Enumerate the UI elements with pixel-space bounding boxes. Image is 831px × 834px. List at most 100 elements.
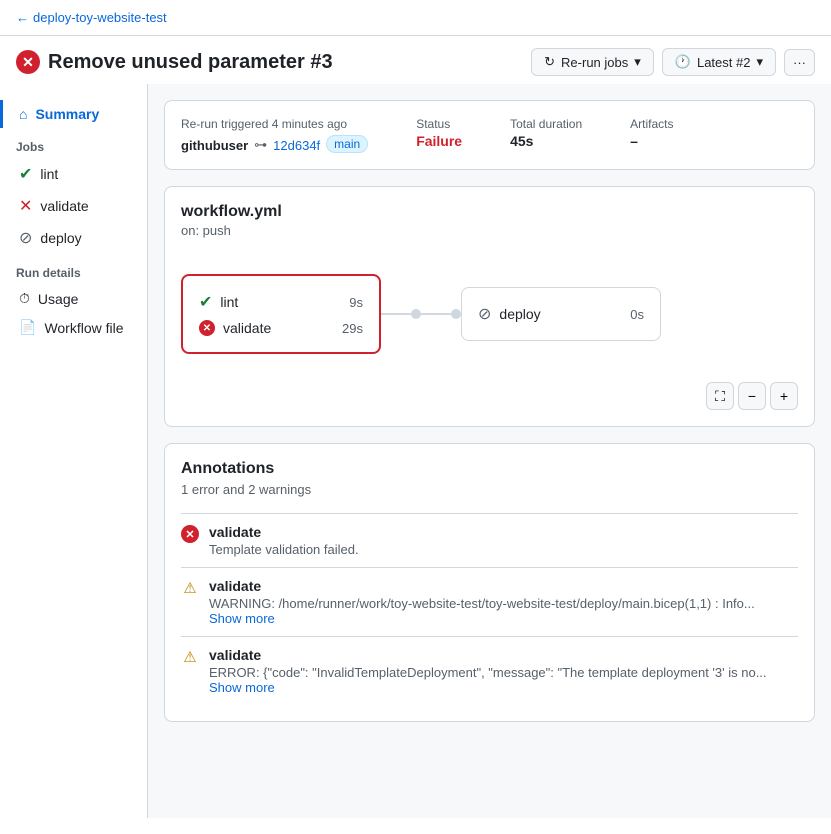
annotation-content-warning-1: validate WARNING: /home/runner/work/toy-… xyxy=(209,578,798,626)
workflow-file-icon: 📄 xyxy=(19,319,36,336)
header-actions: ↻ Re-run jobs ▾ 🕐 Latest #2 ▾ ··· xyxy=(531,48,815,76)
annotation-job-error: validate xyxy=(209,524,798,540)
validate-job-name: validate xyxy=(223,320,271,336)
connector-dot-1 xyxy=(411,309,421,319)
zoom-out-button[interactable]: − xyxy=(738,382,766,410)
deploy-job-name: deploy xyxy=(499,306,540,322)
back-link[interactable]: ← deploy-toy-website-test xyxy=(16,10,167,25)
show-more-1[interactable]: Show more xyxy=(209,611,798,626)
artifacts-label: Artifacts xyxy=(630,117,673,131)
error-icon-circle: ✕ xyxy=(181,525,199,543)
workflow-filename: workflow.yml xyxy=(181,203,798,221)
page-title: ✕ Remove unused parameter #3 xyxy=(16,50,333,74)
summary-label: Summary xyxy=(35,106,99,122)
rerun-icon: ↻ xyxy=(544,54,555,70)
jobs-section-label: Jobs xyxy=(0,128,147,158)
connector-line-2 xyxy=(421,313,451,315)
validate-status-icon: ✕ xyxy=(19,196,32,216)
sidebar-item-deploy[interactable]: ⊘ deploy xyxy=(0,222,147,254)
usage-icon: ⏱ xyxy=(19,290,30,307)
annotation-job-warning-1: validate xyxy=(209,578,798,594)
annotation-msg-warning-2: ERROR: {"code": "InvalidTemplateDeployme… xyxy=(209,665,798,680)
sidebar-item-workflow-file[interactable]: 📄 Workflow file xyxy=(0,313,147,342)
title-text: Remove unused parameter #3 xyxy=(48,51,333,74)
validate-job-row: ✕ validate 29s xyxy=(199,316,363,340)
lint-success-icon: ✔ xyxy=(199,292,212,312)
annotations-subtitle: 1 error and 2 warnings xyxy=(181,482,798,497)
lint-job-row: ✔ lint 9s xyxy=(199,288,363,316)
lint-job-name: lint xyxy=(220,294,238,310)
show-more-2[interactable]: Show more xyxy=(209,680,798,695)
usage-label: Usage xyxy=(38,291,78,307)
triggered-label: Re-run triggered 4 minutes ago xyxy=(181,117,368,131)
validate-duration: 29s xyxy=(342,321,363,336)
deploy-job-box: ⊘ deploy 0s xyxy=(461,287,661,341)
main-layout: ⌂ Summary Jobs ✔ lint ✕ validate ⊘ deplo… xyxy=(0,84,831,818)
latest-button[interactable]: 🕐 Latest #2 ▾ xyxy=(662,48,776,76)
annotation-item-error: ✕ validate Template validation failed. xyxy=(181,513,798,567)
workflow-file-label: Workflow file xyxy=(44,320,123,336)
zoom-in-button[interactable]: + xyxy=(770,382,798,410)
artifacts-value: – xyxy=(630,133,673,149)
summary-user: githubuser xyxy=(181,138,248,153)
clock-icon: 🕐 xyxy=(675,54,691,70)
warning-icon-2: ⚠ xyxy=(181,648,199,666)
duration-label: Total duration xyxy=(510,117,582,131)
rerun-jobs-button[interactable]: ↻ Re-run jobs ▾ xyxy=(531,48,654,76)
home-icon: ⌂ xyxy=(19,106,27,122)
more-button[interactable]: ··· xyxy=(784,49,815,76)
commit-arrow-icon: ⊶ xyxy=(254,137,267,153)
sidebar-item-summary[interactable]: ⌂ Summary xyxy=(0,100,147,128)
connector-line-1 xyxy=(381,313,411,315)
annotation-item-warning-1: ⚠ validate WARNING: /home/runner/work/to… xyxy=(181,567,798,636)
back-link-text: deploy-toy-website-test xyxy=(33,10,167,25)
sidebar-item-validate[interactable]: ✕ validate xyxy=(0,190,147,222)
warning-icon-1: ⚠ xyxy=(181,579,199,597)
annotation-content-warning-2: validate ERROR: {"code": "InvalidTemplat… xyxy=(209,647,798,695)
deploy-duration: 0s xyxy=(630,307,644,322)
lint-duration: 9s xyxy=(349,295,363,310)
run-details-section-label: Run details xyxy=(0,254,147,284)
annotation-content-error: validate Template validation failed. xyxy=(209,524,798,557)
connector xyxy=(381,309,461,319)
graph-controls: ⛶ − + xyxy=(181,382,798,410)
job-group-box: ✔ lint 9s ✕ validate 29s xyxy=(181,274,381,354)
lint-label: lint xyxy=(40,166,58,182)
annotation-job-warning-2: validate xyxy=(209,647,798,663)
annotation-msg-warning-1: WARNING: /home/runner/work/toy-website-t… xyxy=(209,596,798,611)
error-icon: ✕ xyxy=(16,50,40,74)
page-header: ✕ Remove unused parameter #3 ↻ Re-run jo… xyxy=(0,36,831,84)
back-arrow-icon: ← xyxy=(16,10,29,25)
branch-badge: main xyxy=(326,135,368,153)
deploy-label: deploy xyxy=(40,230,81,246)
annotations-title: Annotations xyxy=(181,460,798,478)
annotations-card: Annotations 1 error and 2 warnings ✕ val… xyxy=(164,443,815,722)
status-value: Failure xyxy=(416,133,462,149)
latest-chevron-icon: ▾ xyxy=(756,54,763,70)
deploy-job-row: ⊘ deploy 0s xyxy=(478,300,644,328)
top-bar: ← deploy-toy-website-test xyxy=(0,0,831,36)
rerun-chevron-icon: ▾ xyxy=(634,54,641,70)
connector-dot-2 xyxy=(451,309,461,319)
deploy-skipped-icon: ⊘ xyxy=(478,304,491,324)
fullscreen-button[interactable]: ⛶ xyxy=(706,382,734,410)
annotation-msg-error: Template validation failed. xyxy=(209,542,798,557)
validate-failure-icon: ✕ xyxy=(199,320,215,336)
summary-card: Re-run triggered 4 minutes ago githubuse… xyxy=(164,100,815,170)
lint-status-icon: ✔ xyxy=(19,164,32,184)
deploy-status-icon: ⊘ xyxy=(19,228,32,248)
workflow-card: workflow.yml on: push ✔ lint 9s ✕ valida… xyxy=(164,186,815,427)
sidebar-item-lint[interactable]: ✔ lint xyxy=(0,158,147,190)
commit-hash: 12d634f xyxy=(273,138,320,153)
workflow-trigger: on: push xyxy=(181,223,798,238)
sidebar: ⌂ Summary Jobs ✔ lint ✕ validate ⊘ deplo… xyxy=(0,84,148,818)
main-content: Re-run triggered 4 minutes ago githubuse… xyxy=(148,84,831,818)
summary-meta: githubuser ⊶ 12d634f main xyxy=(181,135,368,153)
validate-label: validate xyxy=(40,198,88,214)
workflow-graph: ✔ lint 9s ✕ validate 29s xyxy=(181,254,798,374)
duration-value: 45s xyxy=(510,133,582,149)
sidebar-item-usage[interactable]: ⏱ Usage xyxy=(0,284,147,313)
more-icon: ··· xyxy=(793,55,806,70)
annotation-item-warning-2: ⚠ validate ERROR: {"code": "InvalidTempl… xyxy=(181,636,798,705)
status-label: Status xyxy=(416,117,462,131)
